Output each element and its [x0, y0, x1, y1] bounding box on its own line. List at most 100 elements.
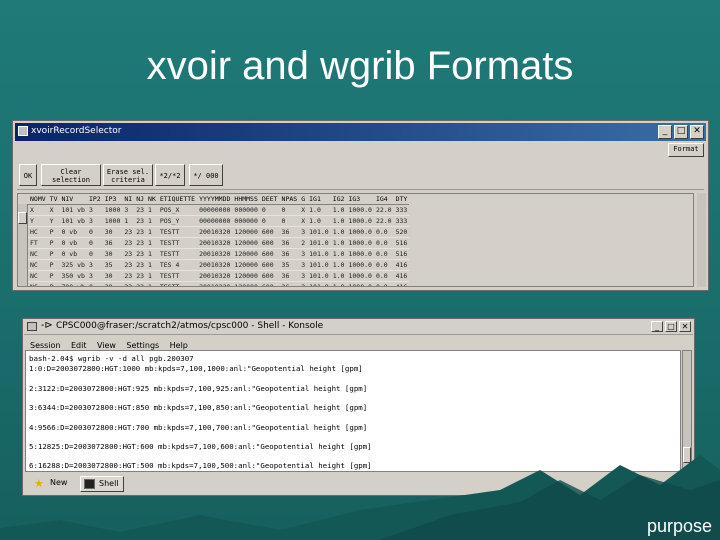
mountain-decoration [0, 455, 720, 540]
scroll-thumb[interactable] [18, 212, 27, 224]
table-cell: 30 [102, 281, 123, 286]
table-cell: 0 vb [59, 248, 87, 260]
table-cell: 1.0 [307, 215, 331, 227]
table-cell: 36 [279, 237, 300, 249]
table-cell: 1 [146, 204, 158, 216]
pin-icon[interactable]: -⊳ [41, 320, 53, 331]
table-cell: 120000 [232, 270, 260, 282]
window-menu-icon[interactable] [27, 322, 37, 331]
erase-criteria-button[interactable]: Erase sel. criteria [103, 164, 153, 186]
table-cell: 23 [122, 248, 135, 260]
column-header: NJ [134, 194, 147, 205]
table-cell: 20010320 [197, 270, 233, 282]
column-header: NIV [59, 194, 87, 205]
table-row[interactable]: HC P 0 vb 0 30 23 23 1 TESTT 20010320 120000 600 36 3… [28, 226, 410, 238]
table-cell: TESTT [157, 248, 198, 260]
table-cell: TES 4 [157, 259, 198, 271]
table-cell: 36 [102, 237, 123, 249]
minimize-icon[interactable]: _ [658, 125, 672, 139]
table-cell: POS_Y [157, 215, 198, 227]
column-header: NK [146, 194, 158, 205]
konsole-window-title: CPSC000@fraser:/scratch2/atmos/cpsc000 -… [56, 321, 324, 331]
table-row[interactable]: NC P 350 vb 3 30 23 23 1 TESTT 20010320 120000 600 3… [28, 270, 410, 282]
table-cell: 416 [393, 281, 410, 286]
table-row[interactable]: NC P 700 vb 0 30 23 23 1 TESTT 20010320 120000 600 3… [28, 281, 410, 286]
table-cell: 22.0 [373, 215, 394, 227]
table-cell: 0.0 [373, 237, 394, 249]
minimize-icon[interactable]: _ [651, 321, 663, 332]
table-cell: P [47, 226, 60, 238]
table-cell: 20010320 [197, 226, 233, 238]
table-cell: 101 vb [59, 204, 87, 216]
terminal-line: 4:9566:D=2003072800:HGT:700 mb:kpds=7,10… [29, 423, 368, 432]
column-header: HHMMSS [232, 194, 260, 205]
table-cell: 30 [102, 248, 123, 260]
table-cell: 325 vb [59, 259, 87, 271]
table-cell: 520 [393, 226, 410, 238]
table-cell: Y [47, 215, 60, 227]
table-cell: 0.0 [373, 226, 394, 238]
record-table[interactable]: NOMV TV NIV IP2 IP3 NI NJ NK ETIQUETTE YYYYMMDD HH… [17, 193, 694, 287]
table-cell: 120000 [232, 226, 260, 238]
table-cell: 1000.0 [346, 259, 374, 271]
xvoir-title-bar[interactable]: xvoirRecordSelector _ □ ✕ [15, 123, 706, 141]
table-cell: 120000 [232, 248, 260, 260]
table-header-row[interactable]: NOMV TV NIV IP2 IP3 NI NJ NK ETIQUETTE YYYYMMDD HH… [28, 194, 410, 205]
table-cell: 0 [86, 248, 103, 260]
table-row[interactable]: NC P 0 vb 0 30 23 23 1 TESTT 20010320 120000 600 36 3… [28, 248, 410, 260]
table-cell: 23 [122, 270, 135, 282]
record-table-scrollbar[interactable] [18, 204, 28, 286]
table-cell: 1.0 [330, 204, 347, 216]
table-cell: 0 [86, 237, 103, 249]
format-button[interactable]: Format [668, 143, 704, 157]
table-cell: 416 [393, 259, 410, 271]
table-cell: FT [28, 237, 48, 249]
ok-button[interactable]: OK [19, 164, 37, 186]
table-cell: 36 [279, 226, 300, 238]
table-row[interactable]: Y Y 101 vb 3 1000 1 23 1 POS_Y 00000000 000000 0 0 X 1… [28, 215, 410, 227]
table-cell: 23 [134, 226, 147, 238]
table-cell: 1.0 [330, 215, 347, 227]
table-cell: HC [28, 226, 48, 238]
table-cell: 3 [86, 215, 103, 227]
table-cell: 350 vb [59, 270, 87, 282]
table-cell: 600 [259, 270, 280, 282]
window-menu-icon[interactable] [18, 126, 28, 136]
konsole-title-bar[interactable]: -⊳ CPSC000@fraser:/scratch2/atmos/cpsc00… [24, 320, 693, 335]
table-row[interactable]: X X 101 vb 3 1000 3 23 1 POS_X 00000000 000000 0 0 X 1… [28, 204, 410, 216]
column-header: IP2 [86, 194, 103, 205]
table-cell: 000000 [232, 204, 260, 216]
table-cell: 120000 [232, 237, 260, 249]
table-cell: 1 [146, 270, 158, 282]
maximize-icon[interactable]: □ [674, 125, 688, 139]
table-cell: 101.0 [307, 259, 331, 271]
close-icon[interactable]: ✕ [679, 321, 691, 332]
table-cell: 36 [279, 248, 300, 260]
table-cell: P [47, 270, 60, 282]
table-cell: 600 [259, 237, 280, 249]
table-cell: 101.0 [307, 281, 331, 286]
close-icon[interactable]: ✕ [690, 125, 704, 139]
table-cell: 00000000 [197, 215, 233, 227]
maximize-icon[interactable]: □ [665, 321, 677, 332]
zoom-in-button[interactable]: *2/*2 [155, 164, 185, 186]
right-scrollbar[interactable] [697, 193, 706, 287]
table-cell: 3 [299, 226, 308, 238]
table-cell: 0.0 [373, 281, 394, 286]
column-header: TV [47, 194, 60, 205]
table-cell: 23 [134, 215, 147, 227]
zoom-out-button[interactable]: */ 000 [189, 164, 223, 186]
table-cell: 1 [146, 226, 158, 238]
table-cell: 35 [279, 259, 300, 271]
column-header: DTY [393, 194, 410, 205]
konsole-menu-bar: Session Edit View Settings Help [24, 335, 693, 350]
clear-selection-button[interactable]: Clear selection [41, 164, 101, 186]
table-row[interactable]: FT P 0 vb 0 36 23 23 1 TESTT 20010320 120000 600 36 2… [28, 237, 410, 249]
table-row[interactable]: NC P 325 vb 3 35 23 23 1 TES 4 20010320 120000 600 3… [28, 259, 410, 271]
table-cell: 23 [134, 281, 147, 286]
table-cell: 1 [146, 248, 158, 260]
table-cell: 1000 [102, 204, 123, 216]
table-cell: 23 [134, 248, 147, 260]
table-cell: 1000.0 [346, 204, 374, 216]
table-cell: NC [28, 248, 48, 260]
